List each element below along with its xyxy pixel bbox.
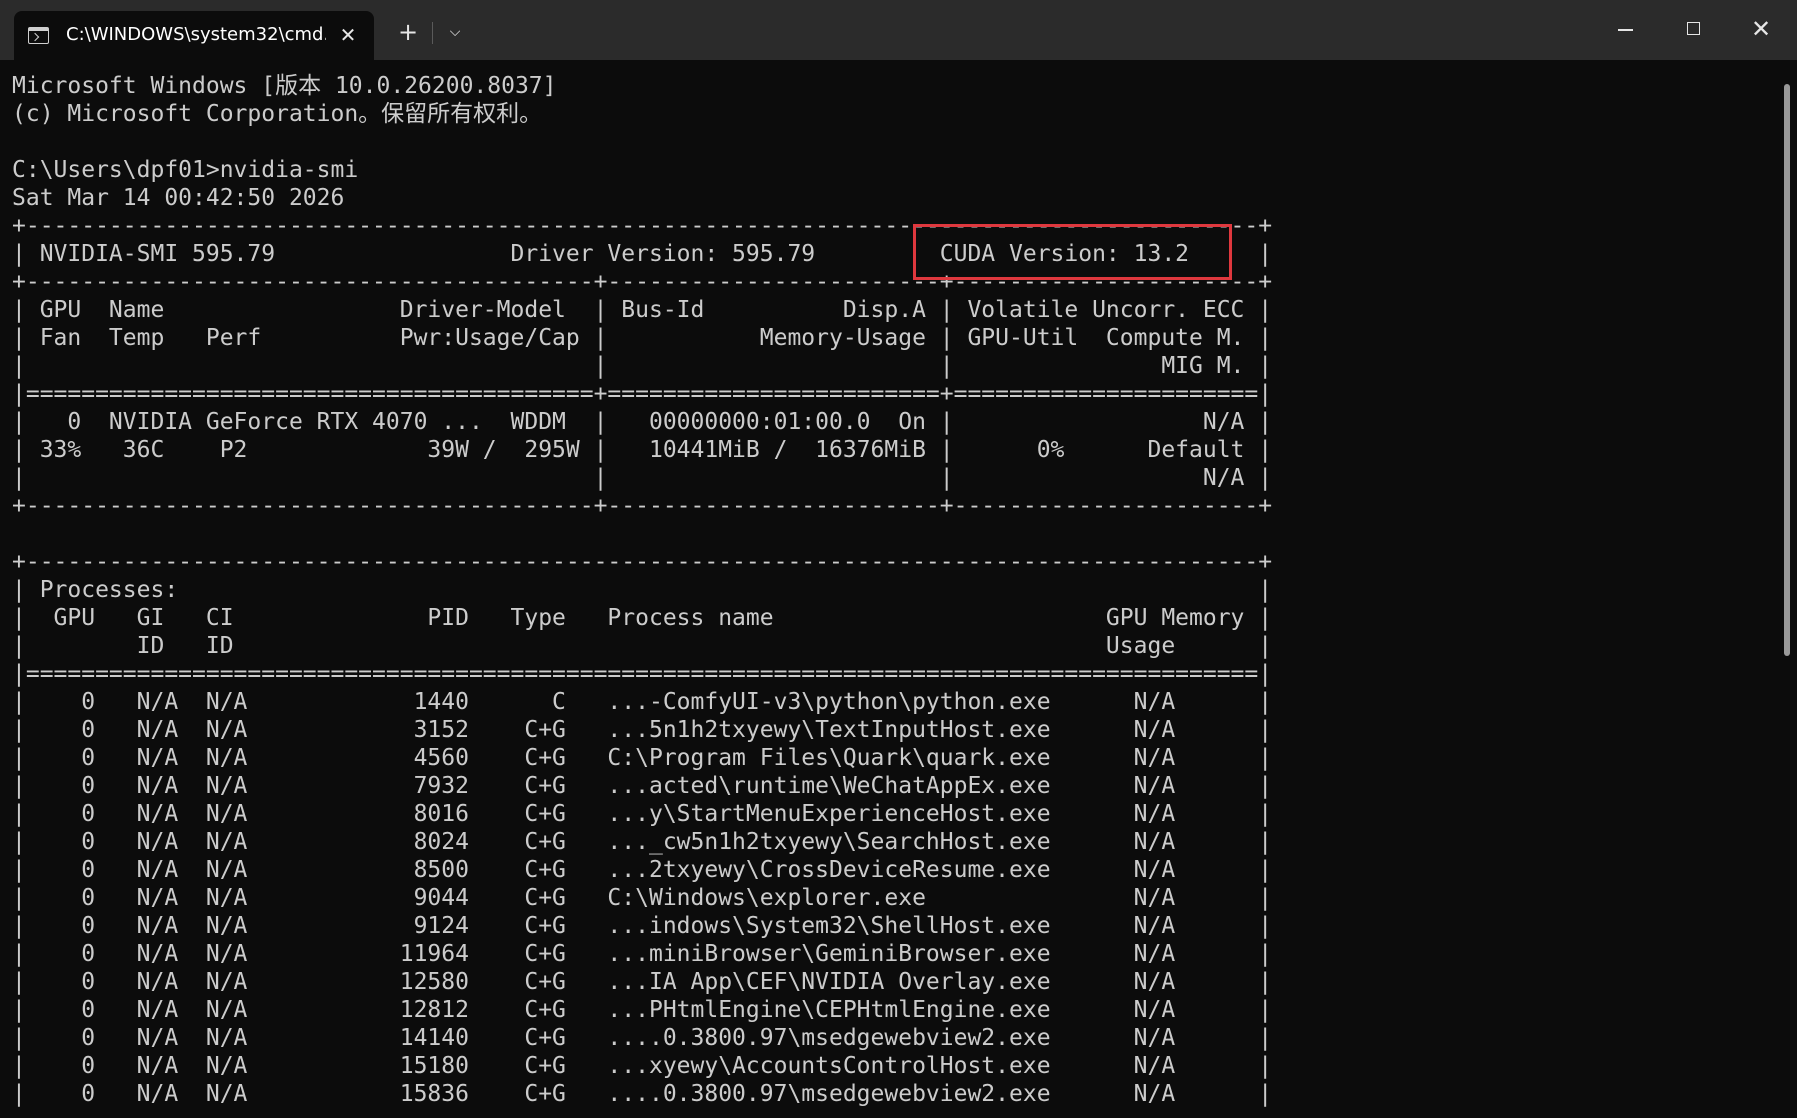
terminal-icon <box>28 27 49 44</box>
terminal-line: | Fan Temp Perf Pwr:Usage/Cap | Memory-U… <box>12 325 1273 351</box>
chevron-down-icon[interactable]: ⌵ <box>443 20 467 44</box>
terminal-line: | 0 N/A N/A 8500 C+G ...2txyewy\CrossDev… <box>12 857 1273 883</box>
terminal-line: +---------------------------------------… <box>12 213 1273 239</box>
terminal-line: | 0 N/A N/A 9124 C+G ...indows\System32\… <box>12 913 1273 939</box>
terminal-line: Microsoft Windows [版本 10.0.26200.8037] <box>12 73 557 99</box>
terminal-line: | 0 N/A N/A 1440 C ...-ComfyUI-v3\python… <box>12 689 1273 715</box>
terminal-line: | 0 N/A N/A 8016 C+G ...y\StartMenuExper… <box>12 801 1273 827</box>
terminal-line: | 0 N/A N/A 14140 C+G ....0.3800.97\msed… <box>12 1025 1273 1051</box>
terminal-line: +---------------------------------------… <box>12 549 1273 575</box>
terminal-line: | 0 N/A N/A 7932 C+G ...acted\runtime\We… <box>12 773 1273 799</box>
terminal-line: | | | MIG M. | <box>12 353 1273 379</box>
tab-close-icon[interactable]: ✕ <box>336 23 360 47</box>
terminal-line: | 0 N/A N/A 9044 C+G C:\Windows\explorer… <box>12 885 1273 911</box>
terminal-line: | 33% 36C P2 39W / 295W | 10441MiB / 163… <box>12 437 1273 463</box>
terminal-line: | 0 N/A N/A 15836 C+G ....0.3800.97\msed… <box>12 1081 1273 1107</box>
terminal-text: Microsoft Windows [版本 10.0.26200.8037] (c… <box>12 72 1772 1108</box>
minimize-button[interactable] <box>1591 0 1659 60</box>
tab-divider <box>432 22 433 44</box>
terminal-line: | GPU GI CI PID Type Process name GPU Me… <box>12 605 1273 631</box>
terminal-line: | 0 N/A N/A 12580 C+G ...IA App\CEF\NVID… <box>12 969 1273 995</box>
tab-title: C:\WINDOWS\system32\cmd.exe <box>66 24 326 45</box>
terminal-line: | 0 N/A N/A 15180 C+G ...xyewy\AccountsC… <box>12 1053 1273 1079</box>
close-button[interactable]: ✕ <box>1727 0 1795 60</box>
new-tab-button[interactable]: + <box>394 18 422 46</box>
terminal-line: | 0 N/A N/A 12812 C+G ...PHtmlEngine\CEP… <box>12 997 1273 1023</box>
terminal-line: C:\Users\dpf01>nvidia-smi <box>12 157 359 183</box>
terminal-line: | 0 NVIDIA GeForce RTX 4070 ... WDDM | 0… <box>12 409 1273 435</box>
terminal-line: | | | N/A | <box>12 465 1273 491</box>
terminal-line: +---------------------------------------… <box>12 269 1273 295</box>
terminal-line: | 0 N/A N/A 11964 C+G ...miniBrowser\Gem… <box>12 941 1273 967</box>
tab-cmd[interactable]: C:\WINDOWS\system32\cmd.exe ✕ <box>14 11 374 60</box>
terminal-line: +---------------------------------------… <box>12 493 1273 519</box>
terminal-line: | Processes: | <box>12 577 1273 603</box>
terminal-line: | 0 N/A N/A 4560 C+G C:\Program Files\Qu… <box>12 745 1273 771</box>
terminal-line: | 0 N/A N/A 8024 C+G ..._cw5n1h2txyewy\S… <box>12 829 1273 855</box>
vertical-scrollbar[interactable] <box>1784 84 1790 656</box>
terminal-line: | NVIDIA-SMI 595.79 Driver Version: 595.… <box>12 241 1273 267</box>
terminal-output[interactable]: Microsoft Windows [版本 10.0.26200.8037] (c… <box>12 72 1772 1112</box>
terminal-line: Sat Mar 14 00:42:50 2026 <box>12 185 345 211</box>
terminal-line: |=======================================… <box>12 661 1273 687</box>
terminal-line: (c) Microsoft Corporation。保留所有权利。 <box>12 101 543 127</box>
terminal-line: |=======================================… <box>12 381 1273 407</box>
terminal-line: | 0 N/A N/A 3152 C+G ...5n1h2txyewy\Text… <box>12 717 1273 743</box>
terminal-line: | ID ID Usage | <box>12 633 1273 659</box>
terminal-line: | GPU Name Driver-Model | Bus-Id Disp.A … <box>12 297 1273 323</box>
title-bar: C:\WINDOWS\system32\cmd.exe ✕ + ⌵ ✕ <box>0 0 1797 60</box>
maximize-button[interactable] <box>1659 0 1727 60</box>
